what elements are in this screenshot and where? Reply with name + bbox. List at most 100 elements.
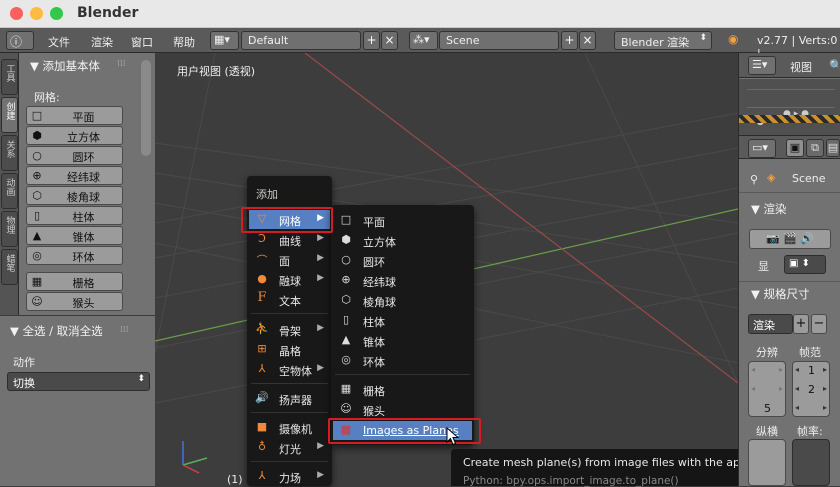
- frame-end-value[interactable]: 2: [808, 383, 815, 396]
- menu-item-metaball[interactable]: ● 融球 ▶: [249, 270, 330, 289]
- add-scene-button[interactable]: +: [561, 31, 578, 50]
- submenu-item-grid[interactable]: ▦ 栅格: [333, 380, 472, 399]
- submenu-item-icosphere[interactable]: ⬡ 棱角球: [333, 291, 472, 310]
- menu-item-label: 棱角球: [363, 296, 396, 309]
- arrow-left-icon[interactable]: ◂: [795, 365, 799, 374]
- editor-type-button[interactable]: ⓘ ▾: [6, 31, 34, 64]
- button-label: 棱角球: [67, 191, 100, 204]
- tab-label: 工具: [4, 64, 15, 82]
- add-plane-button[interactable]: □ 平面: [26, 106, 123, 125]
- submenu-item-circle[interactable]: ○ 圆环: [333, 251, 472, 270]
- arrow-left-icon[interactable]: ◂: [795, 403, 799, 412]
- arrow-right-icon[interactable]: ▸: [779, 365, 783, 374]
- outliner-area[interactable]: ● ▸ ● ━●━: [739, 79, 840, 135]
- arrow-left-icon[interactable]: ◂: [751, 384, 755, 393]
- menu-item-text[interactable]: F 文本: [249, 290, 330, 309]
- add-icosphere-button[interactable]: ⬡ 棱角球: [26, 186, 123, 205]
- panel-grip-icon[interactable]: ⁞⁞⁞: [117, 59, 126, 69]
- panel-grip-icon[interactable]: ⁞⁞⁞: [120, 325, 129, 335]
- arrow-left-icon[interactable]: ◂: [795, 384, 799, 393]
- add-uvsphere-button[interactable]: ⊕ 经纬球: [26, 166, 123, 185]
- tab-create[interactable]: 创建: [1, 97, 18, 133]
- submenu-item-cylinder[interactable]: ▯ 柱体: [333, 311, 472, 330]
- menu-item-armature[interactable]: ⛹ 骨架 ▶: [249, 320, 330, 339]
- arrow-right-icon[interactable]: ▸: [823, 384, 827, 393]
- layout-name-field[interactable]: Default: [241, 31, 361, 50]
- submenu-item-monkey[interactable]: ☺ 猴头: [333, 400, 472, 419]
- minimize-window-icon[interactable]: [30, 7, 43, 20]
- menu-help[interactable]: 帮助: [173, 34, 195, 50]
- add-monkey-button[interactable]: ☺ 猴头: [26, 292, 123, 311]
- remove-scene-button[interactable]: ×: [579, 31, 596, 50]
- panel-title-add-primitive[interactable]: ▼ 添加基本体: [30, 58, 100, 74]
- render-preset-select[interactable]: 渲染: [748, 314, 793, 334]
- layout-selector[interactable]: ▦▾: [210, 31, 239, 50]
- add-cube-button[interactable]: ⬢ 立方体: [26, 126, 123, 145]
- submenu-item-torus[interactable]: ◎ 环体: [333, 351, 472, 370]
- add-cone-button[interactable]: ▲ 锥体: [26, 226, 123, 245]
- display-select[interactable]: ▣ ⬍: [784, 255, 826, 274]
- scene-selector[interactable]: ⁂▾: [409, 31, 438, 50]
- menu-item-lamp[interactable]: ♁ 灯光 ▶: [249, 438, 330, 457]
- scene-name-field[interactable]: Scene: [439, 31, 559, 50]
- properties-editor-select[interactable]: ▭▾: [748, 139, 776, 158]
- tab-animation[interactable]: 动画: [1, 173, 18, 209]
- add-torus-button[interactable]: ◎ 环体: [26, 246, 123, 265]
- tab-relations[interactable]: 关系: [1, 135, 18, 171]
- add-grid-button[interactable]: ▦ 栅格: [26, 272, 123, 291]
- outliner-search-icon[interactable]: 🔍: [829, 59, 840, 72]
- menu-item-label: 立方体: [363, 236, 396, 249]
- menu-separator: [251, 412, 328, 413]
- menu-item-surface[interactable]: ⌒ 面 ▶: [249, 250, 330, 269]
- render-buttons-row[interactable]: 📷 🎬 🔊: [749, 229, 831, 249]
- layers-context-icon[interactable]: ⧉: [806, 139, 824, 157]
- remove-layout-button[interactable]: ×: [381, 31, 398, 50]
- menu-render[interactable]: 渲染: [91, 34, 113, 50]
- remove-preset-button[interactable]: −: [811, 314, 827, 334]
- submenu-item-cone[interactable]: ▲ 锥体: [333, 331, 472, 350]
- cone-icon: ▲: [341, 333, 351, 346]
- operator-title[interactable]: ▼ 全选 / 取消全选: [10, 323, 103, 339]
- pin-icon[interactable]: ⚲: [750, 173, 758, 186]
- aspect-fields[interactable]: [748, 439, 786, 486]
- action-select[interactable]: 切换 ⬍: [7, 372, 150, 391]
- add-circle-button[interactable]: ○ 圆环: [26, 146, 123, 165]
- render-engine-select[interactable]: Blender 渲染 ⬍: [614, 31, 712, 50]
- menu-file[interactable]: 文件: [48, 34, 70, 50]
- menu-item-speaker[interactable]: 🔊 扬声器: [249, 389, 330, 408]
- submenu-item-cube[interactable]: ⬢ 立方体: [333, 231, 472, 250]
- fps-select[interactable]: [792, 439, 830, 486]
- resolution-fields[interactable]: ◂ ▸ ◂ ▸ 5: [748, 361, 786, 417]
- arrow-right-icon[interactable]: ▸: [779, 384, 783, 393]
- arrow-right-icon[interactable]: ▸: [823, 365, 827, 374]
- menu-item-label: 经纬球: [363, 276, 396, 289]
- render-context-icon[interactable]: ▣: [786, 139, 804, 157]
- scene-context-icon[interactable]: ▤: [826, 139, 840, 157]
- resolution-percentage[interactable]: 5: [764, 402, 771, 415]
- close-window-icon[interactable]: [10, 7, 23, 20]
- tab-grease-pencil[interactable]: 蜡笔: [1, 249, 18, 285]
- render-panel-title[interactable]: ▼ 渲染: [751, 201, 787, 217]
- outliner-view-menu[interactable]: 视图: [790, 59, 812, 75]
- toolshelf-scrollbar[interactable]: [141, 60, 151, 156]
- outliner-editor-select[interactable]: ☰▾: [748, 56, 776, 75]
- zoom-window-icon[interactable]: [50, 7, 63, 20]
- arrow-right-icon[interactable]: ▸: [823, 403, 827, 412]
- menu-item-force-field[interactable]: ⅄ 力场 ▶: [249, 467, 330, 486]
- submenu-item-plane[interactable]: □ 平面: [333, 211, 472, 230]
- frame-start-value[interactable]: 1: [808, 364, 815, 377]
- menu-item-empty[interactable]: ⅄ 空物体 ▶: [249, 360, 330, 379]
- tab-tools[interactable]: 工具: [1, 59, 18, 95]
- frame-range-fields[interactable]: ◂ 1 ▸ ◂ 2 ▸ ◂ ▸: [792, 361, 830, 417]
- blender-logo-icon: ◉: [728, 32, 739, 46]
- tab-physics[interactable]: 物理: [1, 211, 18, 247]
- arrow-left-icon[interactable]: ◂: [751, 365, 755, 374]
- add-cylinder-button[interactable]: ▯ 柱体: [26, 206, 123, 225]
- add-preset-button[interactable]: +: [793, 314, 809, 334]
- menu-item-camera[interactable]: ■ 摄像机: [249, 418, 330, 437]
- dimensions-panel-title[interactable]: ▼ 规格尺寸: [751, 286, 810, 302]
- submenu-item-uvsphere[interactable]: ⊕ 经纬球: [333, 271, 472, 290]
- add-layout-button[interactable]: +: [363, 31, 380, 50]
- menu-item-lattice[interactable]: ⊞ 晶格: [249, 340, 330, 359]
- menu-window[interactable]: 窗口: [131, 34, 153, 50]
